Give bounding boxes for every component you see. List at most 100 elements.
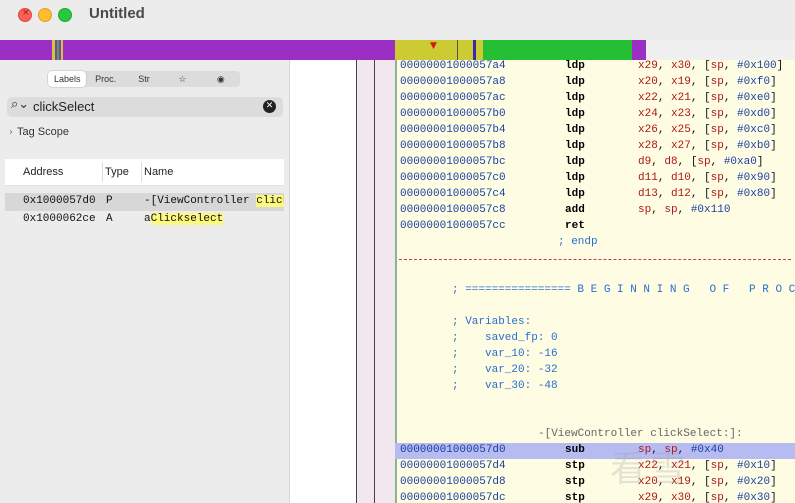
variable-line[interactable]: ; var_20: -32 xyxy=(395,363,795,379)
procedure-separator xyxy=(399,259,791,260)
variables-header-line[interactable]: ; Variables: xyxy=(395,315,795,331)
register: sp xyxy=(664,204,678,216)
minimize-window-button[interactable] xyxy=(38,8,52,22)
nav-segment-data[interactable] xyxy=(458,40,473,60)
nav-segment-code[interactable] xyxy=(0,40,395,60)
column-divider[interactable] xyxy=(102,162,103,182)
register: x26 xyxy=(638,124,658,136)
table-row[interactable]: 0x1000062ce A aClickselect xyxy=(5,211,284,229)
variable-line[interactable]: ; var_30: -48 xyxy=(395,379,795,395)
nav-position-arrow-icon: ▼ xyxy=(430,41,437,51)
bracket: [ xyxy=(704,188,711,200)
column-header-name[interactable]: Name xyxy=(144,166,173,178)
register: x30 xyxy=(671,492,691,503)
disassembly-line[interactable]: 00000001000057a4 ldp x29, x30, [sp, #0x100… xyxy=(395,60,795,75)
bracket: ] xyxy=(770,460,777,472)
tab-labels[interactable]: Labels xyxy=(48,71,87,87)
close-window-button[interactable]: × xyxy=(18,8,32,22)
tab-procedures[interactable]: Proc. xyxy=(86,71,124,87)
separator: , xyxy=(657,76,672,88)
register: sp xyxy=(710,140,724,152)
disassembly-view[interactable]: 00000001000057a4 ldp x29, x30, [sp, #0x100… xyxy=(395,60,795,503)
disassembly-line[interactable]: 00000001000057dc stp x29, x30, [sp, #0x30] xyxy=(395,491,795,503)
disassembly-line[interactable]: 00000001000057bc ldp d9, d8, [sp, #0xa0] xyxy=(395,155,795,171)
immediate: #0x100 xyxy=(737,60,777,72)
row-name: -[ViewController clickSe xyxy=(144,195,284,207)
nav-segment-code[interactable] xyxy=(632,40,646,60)
bracket: [ xyxy=(704,124,711,136)
instruction-address: 00000001000057a8 xyxy=(400,76,506,88)
disassembly-line[interactable]: 00000001000057c0 ldp d11, d10, [sp, #0x90] xyxy=(395,171,795,187)
bracket: [ xyxy=(704,460,711,472)
row-type: P xyxy=(106,195,113,207)
disassembly-line[interactable]: 00000001000057b4 ldp x26, x25, [sp, #0xc0] xyxy=(395,123,795,139)
instruction-mnemonic: ldp xyxy=(565,140,585,152)
variable-line[interactable]: ; var_10: -16 xyxy=(395,347,795,363)
nav-segment-data[interactable] xyxy=(476,40,483,60)
tab-strings[interactable]: Str xyxy=(125,71,163,87)
instruction-address: 00000001000057d8 xyxy=(400,476,506,488)
nav-mark xyxy=(57,40,59,60)
branch-line xyxy=(356,60,357,503)
row-address: 0x1000062ce xyxy=(23,213,96,225)
table-row[interactable]: 0x1000057d0 P -[ViewController clickSe xyxy=(5,193,284,211)
proc-banner-line[interactable]: ; ================ B E G I N N I N G O F… xyxy=(395,283,795,299)
separator: , xyxy=(690,92,705,104)
disassembly-line[interactable]: 00000001000057d4 stp x22, x21, [sp, #0x10] xyxy=(395,459,795,475)
zoom-window-button[interactable] xyxy=(58,8,72,22)
row-name-match: clickSe xyxy=(256,195,284,207)
search-field[interactable]: ⌕⌄ clickSelect ✕ xyxy=(7,97,283,117)
tag-scope-toggle[interactable]: › Tag Scope xyxy=(9,126,69,138)
disassembly-line[interactable]: 00000001000057b0 ldp x24, x23, [sp, #0xd0] xyxy=(395,107,795,123)
disassembly-line[interactable]: 00000001000057cc ret xyxy=(395,219,795,235)
separator: , xyxy=(690,60,705,72)
tab-bookmarks[interactable]: ☆ xyxy=(163,71,201,87)
column-header-address[interactable]: Address xyxy=(23,166,63,178)
disassembly-line[interactable]: 00000001000057b8 ldp x28, x27, [sp, #0xb0] xyxy=(395,139,795,155)
search-input[interactable]: clickSelect xyxy=(33,99,94,114)
proc-label-line[interactable]: -[ViewController clickSelect:]: xyxy=(395,427,795,443)
disassembly-line[interactable]: 00000001000057d8 stp x20, x19, [sp, #0x20] xyxy=(395,475,795,491)
branch-line xyxy=(374,60,375,503)
bracket: [ xyxy=(704,60,711,72)
bracket: [ xyxy=(704,92,711,104)
row-type: A xyxy=(106,213,113,225)
column-header-type[interactable]: Type xyxy=(105,166,129,178)
disassembly-line[interactable]: 00000001000057ac ldp x22, x21, [sp, #0xe0] xyxy=(395,91,795,107)
separator: , xyxy=(651,156,665,168)
variable-line[interactable]: ; saved_fp: 0 xyxy=(395,331,795,347)
search-icon[interactable]: ⌕⌄ xyxy=(11,97,29,112)
row-name-match: Clickselect xyxy=(150,213,224,225)
separator: , xyxy=(657,124,672,136)
disassembly-line[interactable]: 00000001000057c8 add sp, sp, #0x110 xyxy=(395,203,795,219)
instruction-address: 00000001000057d4 xyxy=(400,460,506,472)
instruction-mnemonic: ldp xyxy=(565,76,585,88)
navigation-bar[interactable]: ▼ xyxy=(0,40,795,60)
instruction-address: 00000001000057dc xyxy=(400,492,506,503)
register: d8 xyxy=(664,156,678,168)
proc-banner: ; ================ B E G I N N I N G O F… xyxy=(452,284,795,296)
instruction-mnemonic: ldp xyxy=(565,156,585,168)
bracket: ] xyxy=(770,92,777,104)
bracket: ] xyxy=(770,108,777,120)
disassembly-line[interactable]: 00000001000057c4 ldp d13, d12, [sp, #0x80] xyxy=(395,187,795,203)
nav-segment-data[interactable] xyxy=(395,40,457,60)
register: x21 xyxy=(671,92,691,104)
endp-comment: ; endp xyxy=(558,236,598,248)
instruction-address: 00000001000057b4 xyxy=(400,124,506,136)
column-divider[interactable] xyxy=(141,162,142,182)
bracket: ] xyxy=(756,156,764,168)
bracket: [ xyxy=(704,140,711,152)
instruction-mnemonic: stp xyxy=(565,460,585,472)
labels-table: Address Type Name 0x1000057d0 P -[ViewCo… xyxy=(5,159,284,229)
instruction-address: 00000001000057c0 xyxy=(400,172,506,184)
disassembly-line[interactable]: 00000001000057d0 sub sp, sp, #0x40 xyxy=(395,443,795,459)
clear-icon[interactable]: ✕ xyxy=(263,100,276,113)
endp-line[interactable]: ; endp xyxy=(395,235,795,251)
register: sp xyxy=(710,476,724,488)
disassembly-line[interactable]: 00000001000057a8 ldp x20, x19, [sp, #0xf0] xyxy=(395,75,795,91)
register: sp xyxy=(710,124,724,136)
nav-segment-strings[interactable] xyxy=(483,40,632,60)
separator: , xyxy=(690,140,705,152)
tab-tags[interactable]: ◉ xyxy=(202,71,240,87)
